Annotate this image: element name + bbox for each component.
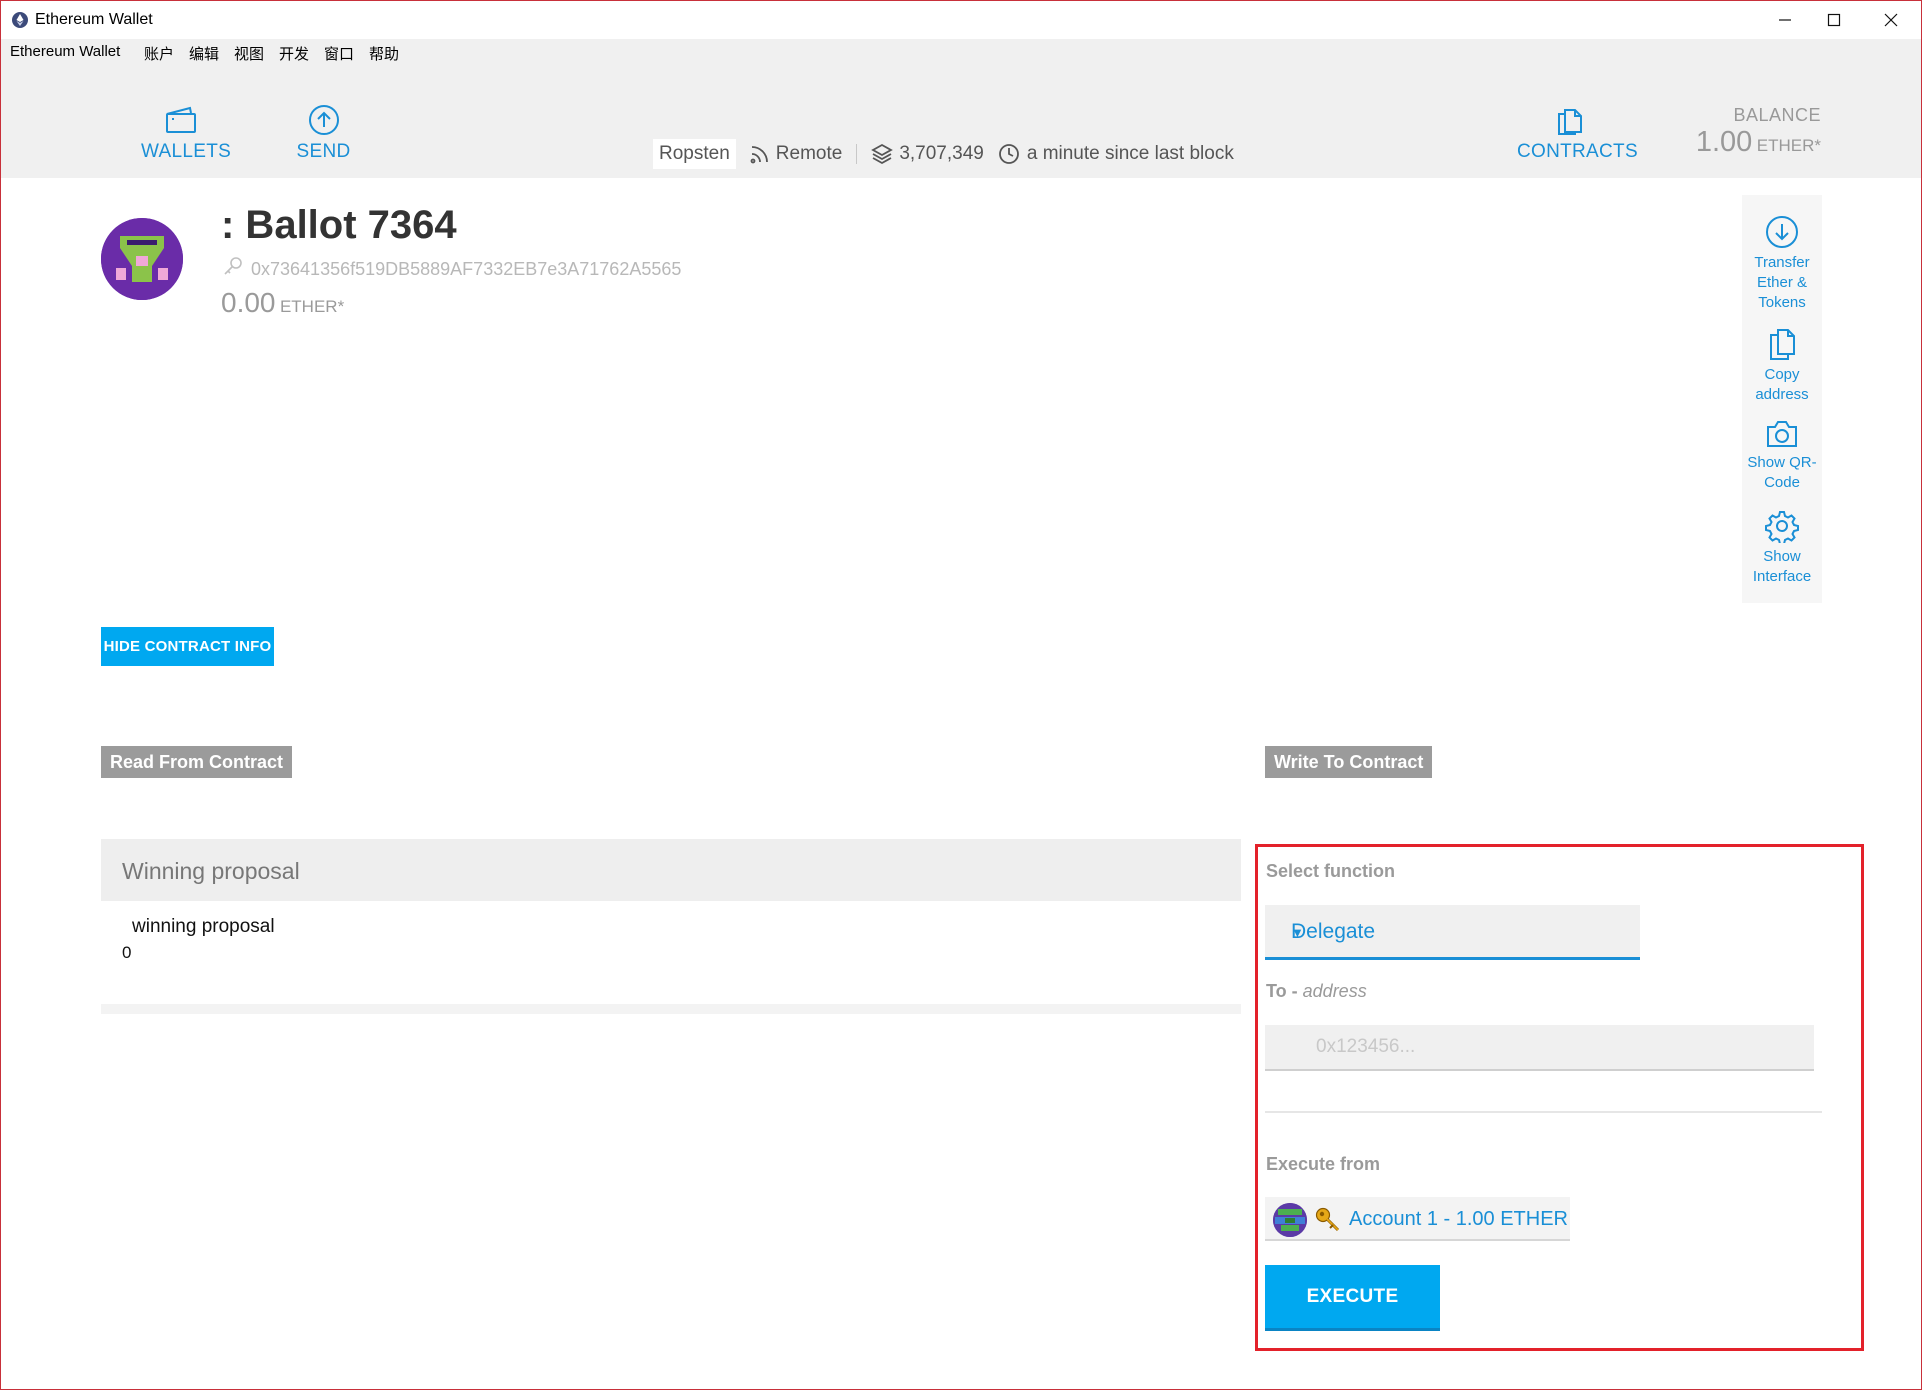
minimize-icon [1779,19,1791,21]
remote-rss-icon [750,146,768,164]
key-icon [224,257,242,275]
to-address-input[interactable] [1265,1025,1814,1071]
execute-from-select[interactable]: Account 1 - 1.00 ETHER [1265,1197,1570,1241]
clock-icon [998,144,1019,164]
write-to-contract-heading: Write To Contract [1265,746,1433,778]
contract-avatar [101,218,183,300]
nav-send-label: SEND [296,141,351,162]
menu-ethereum-wallet[interactable]: Ethereum Wallet [10,43,120,60]
maximize-button[interactable] [1806,1,1862,39]
node-mode: Remote [775,143,843,164]
wallet-icon [166,106,196,133]
transfer-label: Transfer Ether & Tokens [1754,254,1810,311]
menu-edit[interactable]: 编辑 [189,43,219,64]
transfer-ether-tokens-button[interactable]: Transfer Ether & Tokens [1742,215,1822,313]
execute-button[interactable]: EXECUTE [1265,1265,1440,1331]
menu-accounts[interactable]: 账户 [144,43,174,64]
network-name: Ropsten [653,139,736,169]
balance-value: 1.00 [1695,126,1753,158]
account-avatar [1273,1203,1307,1237]
network-status: Ropsten Remote 3,707,349 a minute since … [653,137,1234,171]
window-title: Ethereum Wallet [35,11,153,28]
read-output-name: winning proposal [132,916,275,937]
nav-wallets[interactable]: WALLETS [141,105,232,163]
wallet-header: WALLETS SEND Ropsten Remote 3,707,349 a … [1,65,1921,178]
account-balance: BALANCE 1.00 ETHER* [1696,105,1821,159]
show-qr-code-label: Show QR-Code [1747,454,1817,491]
ethereum-logo-icon [12,12,28,28]
close-icon [1884,13,1898,27]
copy-address-label: Copy address [1755,366,1809,403]
nav-contracts-label: CONTRACTS [1517,141,1638,162]
read-from-contract-heading: Read From Contract [101,746,293,778]
nav-contracts[interactable]: CONTRACTS [1517,105,1638,163]
function-select[interactable]: Delegate ▼ [1265,905,1640,960]
write-divider [1265,1111,1822,1113]
menu-window[interactable]: 窗口 [324,43,354,64]
block-number: 3,707,349 [899,143,984,164]
nav-send[interactable]: SEND [291,105,356,163]
menu-develop[interactable]: 开发 [279,43,309,64]
contract-actions-panel: Transfer Ether & Tokens Copy address Sho… [1742,195,1822,603]
contract-title: : Ballot 7364 [221,203,457,247]
to-address-label: To - address [1266,981,1367,1002]
copy-icon [1770,329,1795,360]
read-function-title: Winning proposal [122,858,300,884]
to-type-text: address [1302,981,1367,1001]
gear-icon [1765,511,1799,543]
balance-unit: ETHER* [1756,136,1821,155]
menu-help[interactable]: 帮助 [369,43,399,64]
title-bar: Ethereum Wallet [1,1,1921,39]
contracts-icon [1557,109,1582,135]
minimize-button[interactable] [1757,1,1813,39]
contract-address[interactable]: 0x73641356f519DB5889AF7332EB7e3A71762A55… [251,259,681,280]
show-qr-code-button[interactable]: Show QR-Code [1742,419,1822,493]
to-label-text: To - [1266,981,1303,1001]
copy-address-button[interactable]: Copy address [1742,327,1822,405]
camera-icon [1767,421,1797,447]
contract-balance-value: 0.00 [221,287,276,318]
menu-bar: Ethereum Wallet 账户 编辑 视图 开发 窗口 帮助 [1,39,1921,65]
balance-amount: 1.00 ETHER* [1696,126,1821,159]
read-output-value: 0 [122,943,132,962]
status-divider [856,144,858,164]
nav-wallets-label: WALLETS [141,141,232,162]
contract-balance-unit: ETHER* [279,297,345,316]
select-function-label: Select function [1266,861,1396,881]
read-function-header: Winning proposal [101,839,1241,901]
download-circle-icon [1766,216,1798,248]
close-button[interactable] [1863,1,1919,39]
layers-icon [871,143,894,165]
dropdown-arrow-icon: ▼ [1291,925,1304,940]
app-window: Ethereum Wallet Ethereum Wallet 账户 编辑 视图… [0,0,1922,1390]
last-block-time: a minute since last block [1026,143,1234,164]
menu-view[interactable]: 视图 [234,43,264,64]
show-interface-button[interactable]: Show Interface [1742,509,1822,587]
selected-account: Account 1 - 1.00 ETHER [1349,1208,1568,1230]
read-panel-footer [101,1004,1241,1014]
contract-balance: 0.00 ETHER* [221,287,344,319]
execute-from-label: Execute from [1266,1154,1381,1174]
balance-label: BALANCE [1733,105,1821,125]
maximize-icon [1827,13,1841,27]
key-icon [1315,1207,1340,1232]
show-interface-label: Show Interface [1752,548,1812,585]
hide-contract-info-button[interactable]: HIDE CONTRACT INFO [101,627,274,666]
send-arrow-up-icon [308,105,339,135]
